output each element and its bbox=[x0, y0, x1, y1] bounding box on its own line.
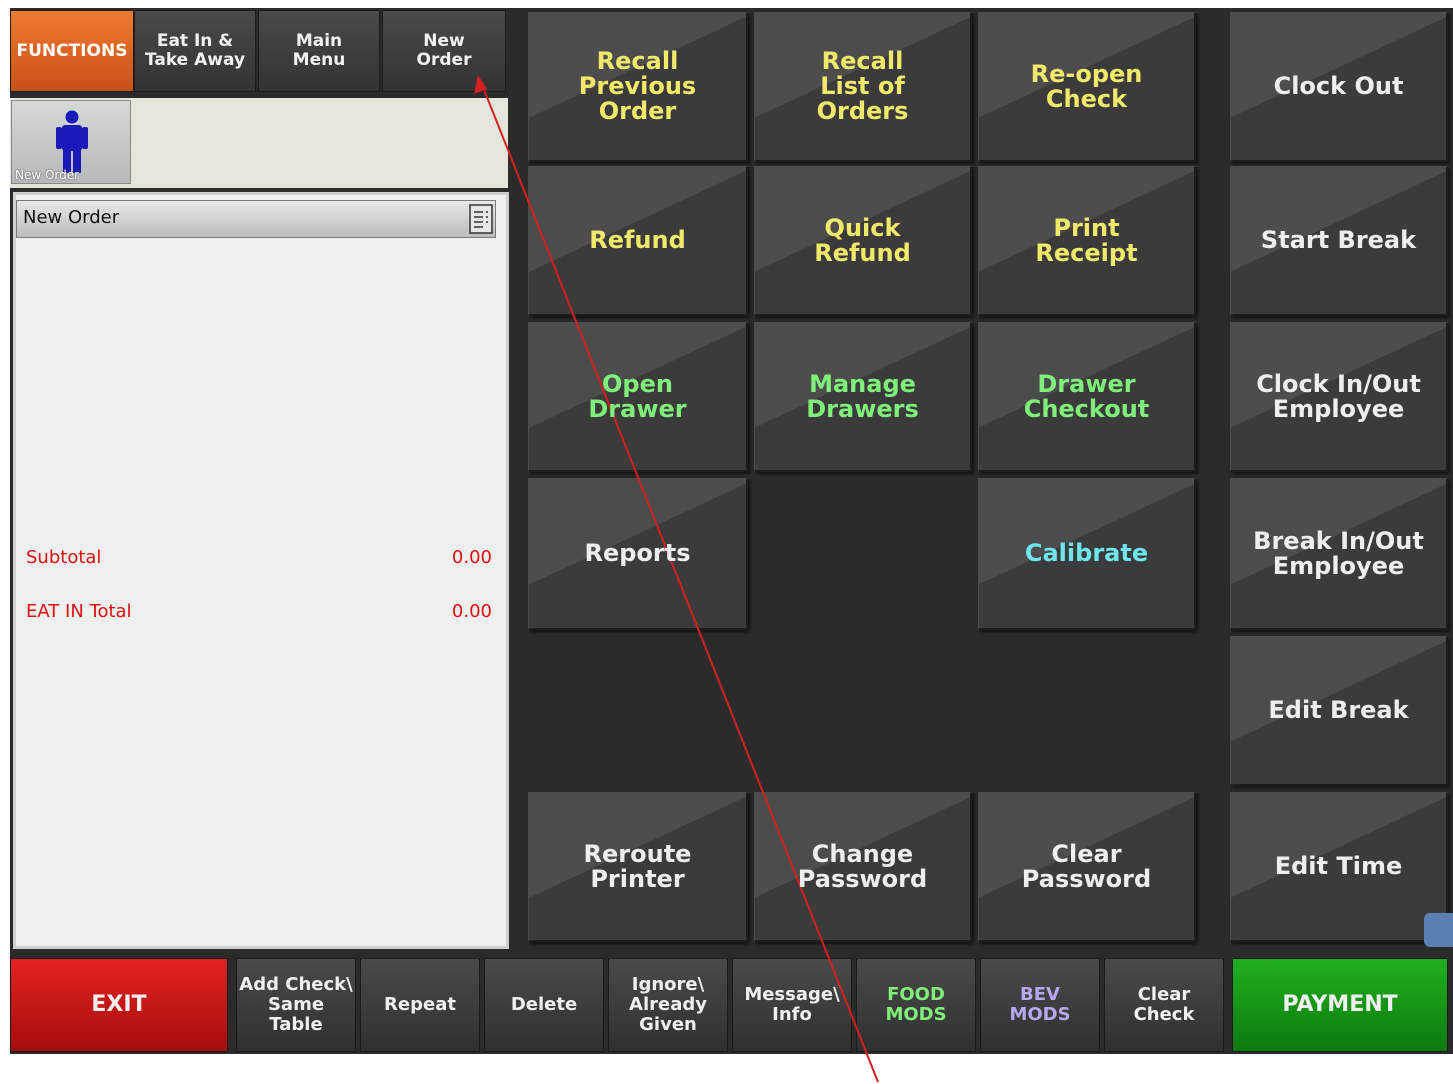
new-order-tab[interactable]: New Order bbox=[382, 10, 506, 92]
print-receipt-button[interactable]: Print Receipt bbox=[978, 166, 1196, 316]
edit-break-button[interactable]: Edit Break bbox=[1230, 636, 1448, 786]
pos-app: FUNCTIONS Eat In & Take Away Main Menu N… bbox=[10, 8, 1453, 1054]
clear-password-button[interactable]: Clear Password bbox=[978, 792, 1196, 942]
functions-tab[interactable]: FUNCTIONS bbox=[10, 10, 134, 92]
ignore-already-given-button[interactable]: Ignore\ Already Given bbox=[608, 958, 728, 1052]
order-panel bbox=[13, 192, 509, 949]
food-mods-button[interactable]: FOOD MODS bbox=[856, 958, 976, 1052]
quick-refund-button[interactable]: Quick Refund bbox=[754, 166, 972, 316]
edit-time-button[interactable]: Edit Time bbox=[1230, 792, 1448, 942]
clock-out-button[interactable]: Clock Out bbox=[1230, 12, 1448, 162]
recall-list-of-orders-button[interactable]: Recall List of Orders bbox=[754, 12, 972, 162]
eat-in-take-away-tab[interactable]: Eat In & Take Away bbox=[134, 10, 256, 92]
eat-in-total-label: EAT IN Total bbox=[26, 601, 132, 622]
message-info-button[interactable]: Message\ Info bbox=[732, 958, 852, 1052]
refund-button[interactable]: Refund bbox=[528, 166, 748, 316]
exit-button[interactable]: EXIT bbox=[10, 958, 228, 1052]
subtotal-value: 0.00 bbox=[451, 547, 492, 568]
side-panel-handle[interactable] bbox=[1424, 913, 1453, 947]
recall-previous-order-button[interactable]: Recall Previous Order bbox=[528, 12, 748, 162]
clear-check-button[interactable]: Clear Check bbox=[1104, 958, 1224, 1052]
drawer-checkout-button[interactable]: Drawer Checkout bbox=[978, 322, 1196, 472]
reports-button[interactable]: Reports bbox=[528, 478, 748, 630]
new-order-tile-label: New Order bbox=[15, 168, 80, 182]
break-inout-employee-button[interactable]: Break In/Out Employee bbox=[1230, 478, 1448, 630]
order-header[interactable]: New Order bbox=[16, 200, 496, 238]
repeat-button[interactable]: Repeat bbox=[360, 958, 480, 1052]
eat-in-total-value: 0.00 bbox=[451, 601, 492, 622]
clock-inout-employee-button[interactable]: Clock In/Out Employee bbox=[1230, 322, 1448, 472]
subtotal-label: Subtotal bbox=[26, 547, 102, 568]
bev-mods-button[interactable]: BEV MODS bbox=[980, 958, 1100, 1052]
add-check-same-table-button[interactable]: Add Check\ Same Table bbox=[236, 958, 356, 1052]
order-header-title: New Order bbox=[23, 207, 120, 228]
start-break-button[interactable]: Start Break bbox=[1230, 166, 1448, 316]
new-order-tile[interactable]: New Order bbox=[11, 100, 131, 184]
manage-drawers-button[interactable]: Manage Drawers bbox=[754, 322, 972, 472]
reopen-check-button[interactable]: Re-open Check bbox=[978, 12, 1196, 162]
open-drawer-button[interactable]: Open Drawer bbox=[528, 322, 748, 472]
calibrate-button[interactable]: Calibrate bbox=[978, 478, 1196, 630]
payment-button[interactable]: PAYMENT bbox=[1232, 958, 1448, 1052]
reroute-printer-button[interactable]: Reroute Printer bbox=[528, 792, 748, 942]
delete-button[interactable]: Delete bbox=[484, 958, 604, 1052]
change-password-button[interactable]: Change Password bbox=[754, 792, 972, 942]
order-receipt-icon[interactable] bbox=[469, 204, 493, 234]
main-menu-tab[interactable]: Main Menu bbox=[258, 10, 380, 92]
